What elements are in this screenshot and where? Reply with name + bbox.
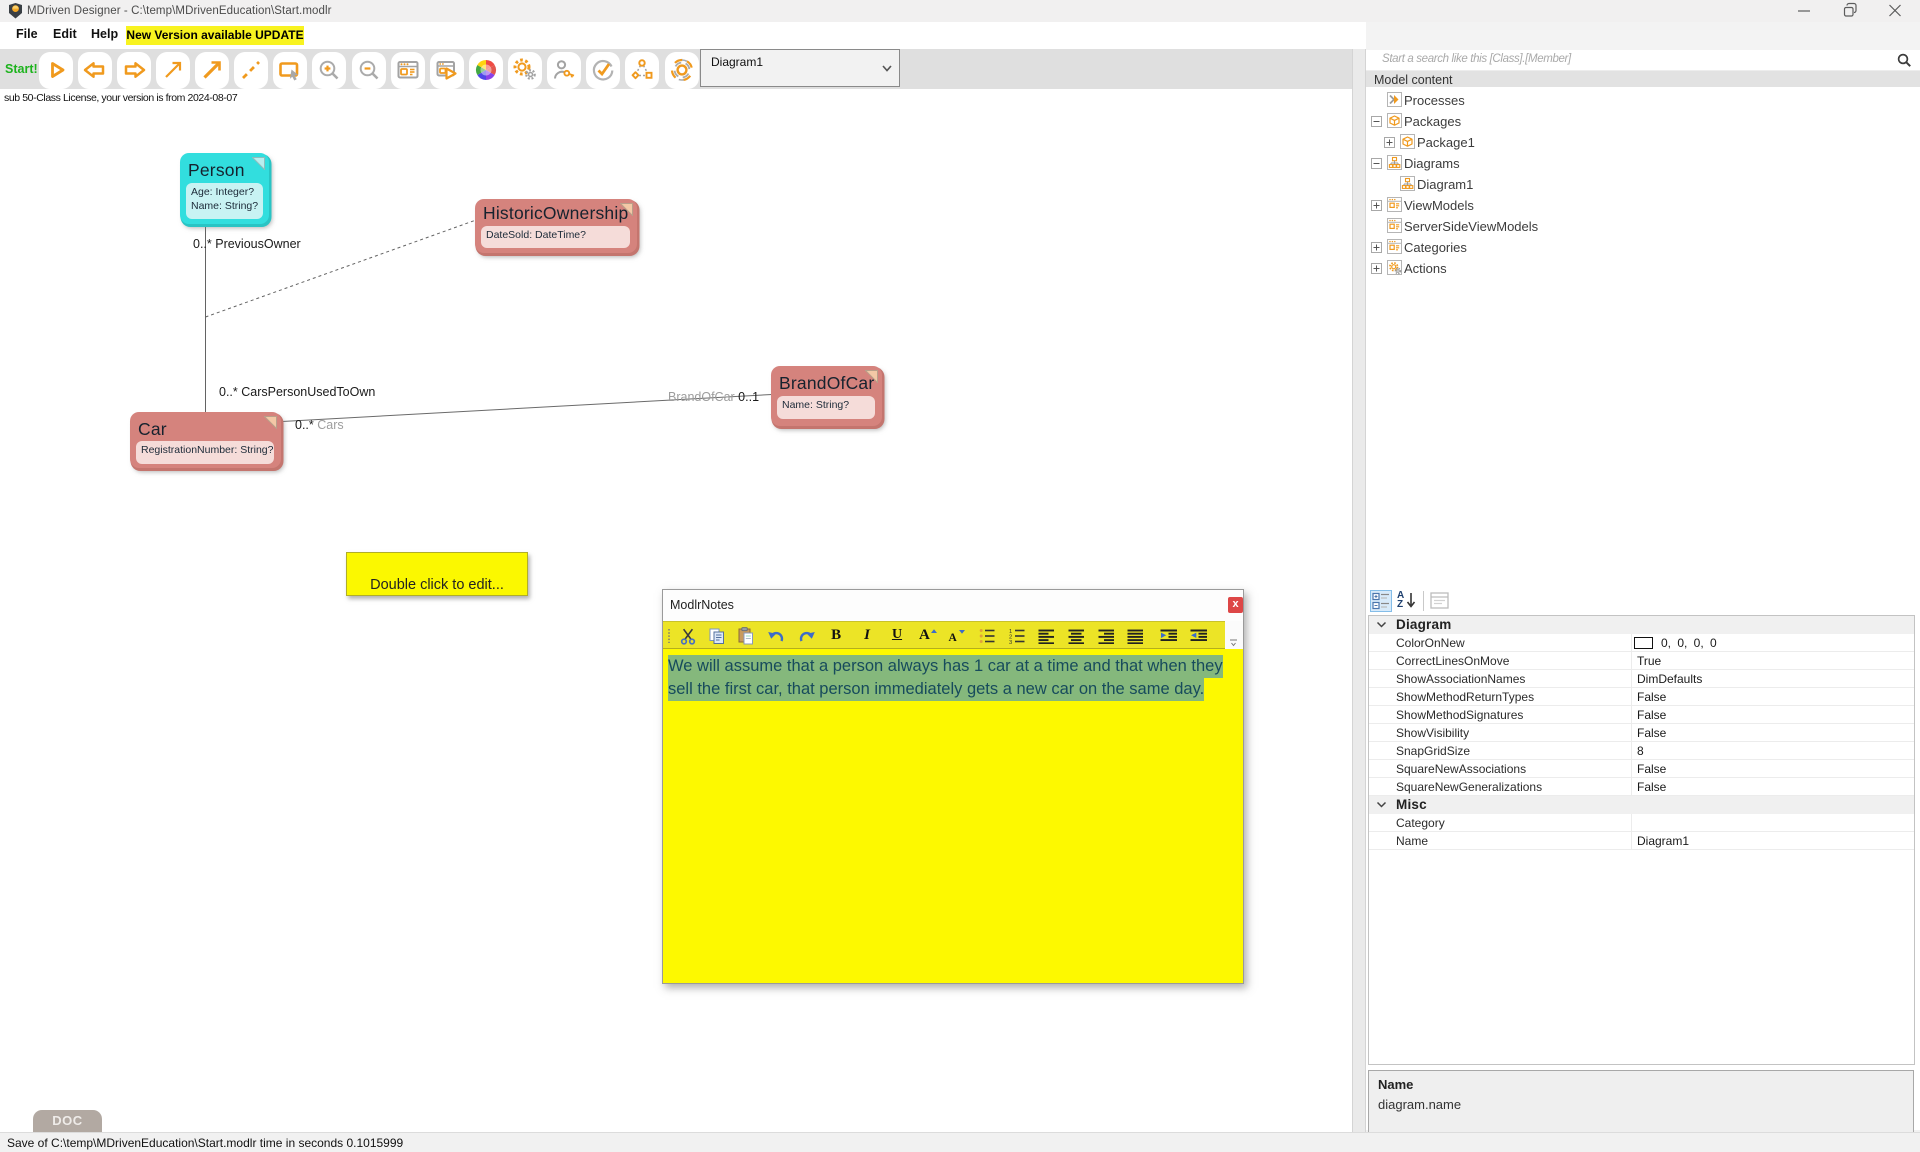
svg-text:3: 3: [1009, 640, 1012, 644]
